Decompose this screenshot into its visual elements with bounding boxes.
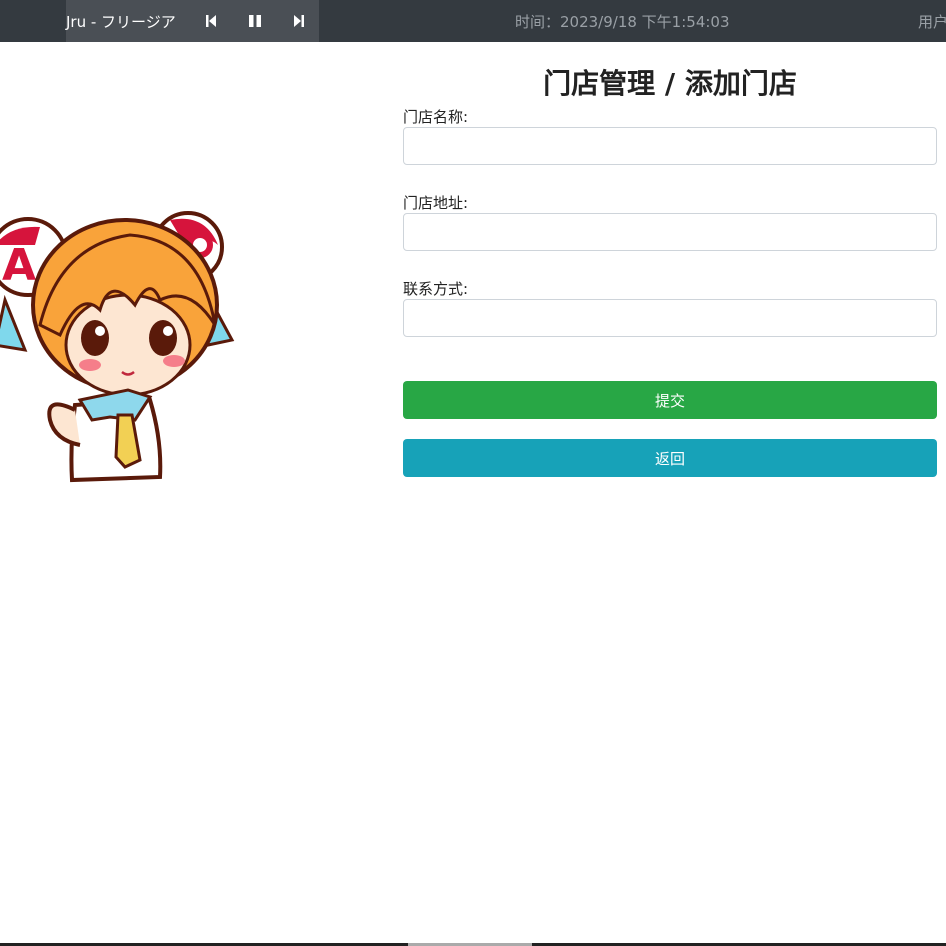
svg-text:A: A bbox=[2, 240, 36, 291]
contact-label: 联系方式: bbox=[403, 280, 469, 298]
current-time: 时间：2023/9/18 下午1:54:03 bbox=[515, 13, 730, 31]
store-address-input[interactable] bbox=[403, 213, 937, 251]
previous-icon[interactable] bbox=[203, 13, 219, 29]
next-icon[interactable] bbox=[291, 13, 307, 29]
mascot-image: A bbox=[0, 205, 250, 490]
top-navbar: Jru - フリージア 时间：2023/9/18 下午1:54:03 用户 bbox=[0, 0, 946, 42]
back-button[interactable]: 返回 bbox=[403, 439, 937, 477]
song-title: Jru - フリージア bbox=[66, 12, 176, 31]
contact-input[interactable] bbox=[403, 299, 937, 337]
music-player: Jru - フリージア bbox=[66, 0, 319, 42]
store-name-label: 门店名称: bbox=[403, 108, 469, 126]
store-name-input[interactable] bbox=[403, 127, 937, 165]
page-title: 门店管理 / 添加门店 bbox=[543, 67, 797, 100]
submit-button[interactable]: 提交 bbox=[403, 381, 937, 419]
store-address-label: 门店地址: bbox=[403, 194, 469, 212]
pause-icon[interactable] bbox=[247, 13, 263, 29]
user-menu-link[interactable]: 用户 bbox=[918, 11, 946, 32]
